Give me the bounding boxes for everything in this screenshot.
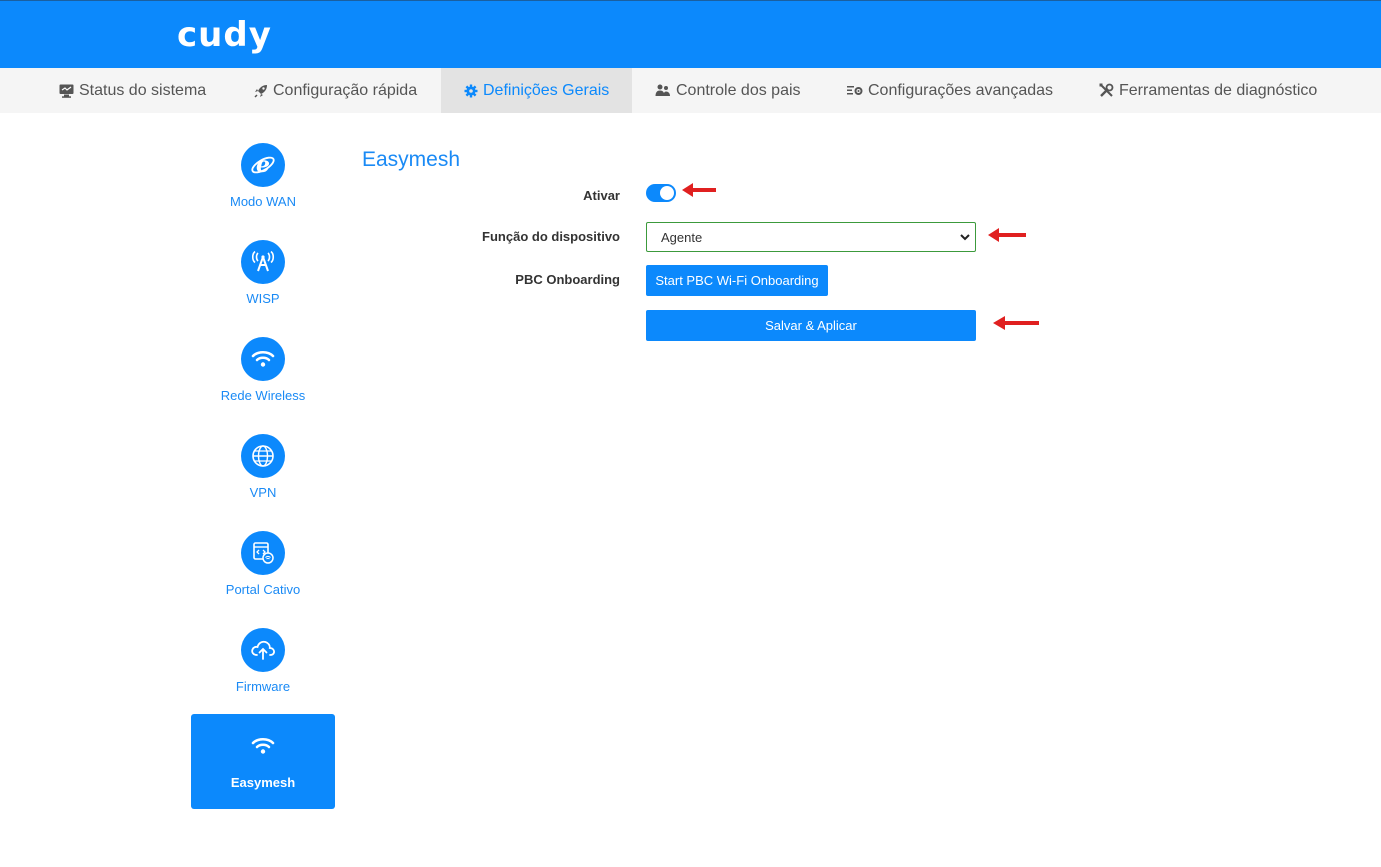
tools-icon (1099, 83, 1114, 97)
sidebar-item-easymesh[interactable]: Easymesh (191, 714, 335, 809)
sidebar-item-vpn[interactable]: VPN (191, 424, 335, 519)
sidebar-item-wisp[interactable]: WISP (191, 230, 335, 325)
sidebar-item-label: WISP (246, 291, 280, 306)
svg-text:e: e (256, 152, 270, 178)
sidebar-icon-circle (241, 240, 285, 284)
sidebar-icon-circle (241, 337, 285, 381)
chevron-down-icon (960, 234, 970, 241)
sidebar-item-label: Portal Cativo (225, 582, 301, 597)
toggle-knob (660, 186, 674, 200)
wifi-icon (251, 350, 275, 367)
page-title: Easymesh (362, 148, 461, 171)
device-role-value: Agente (661, 229, 703, 245)
device-role-label: Função do dispositivo (482, 229, 620, 244)
nav-item-label: Ferramentas de diagnóstico (1119, 81, 1318, 99)
monitor-icon (59, 84, 74, 98)
gear-icon (464, 84, 478, 97)
sidebar-item-label: Easymesh (230, 775, 296, 790)
cloud-upload-icon (251, 640, 275, 660)
antenna-icon (251, 251, 275, 272)
nav-item-advanced-settings[interactable]: Configurações avançadas (847, 68, 1053, 113)
globe-icon (252, 445, 274, 467)
header-bar: cudy (0, 0, 1381, 68)
nav-item-label: Configuração rápida (273, 81, 418, 99)
sidebar-icon-circle (241, 628, 285, 672)
advanced-settings-icon (847, 86, 863, 95)
portal-icon (253, 542, 274, 564)
sidebar-item-label: VPN (249, 485, 277, 500)
pbc-onboarding-label: PBC Onboarding (515, 272, 620, 287)
rocket-icon (254, 84, 267, 98)
sidebar-icon-circle (241, 724, 285, 768)
sidebar-item-captive-portal[interactable]: Portal Cativo (191, 521, 335, 616)
top-nav: Status do sistema Configuração rápida De… (0, 68, 1381, 113)
save-apply-button[interactable]: Salvar & Aplicar (646, 310, 976, 341)
nav-item-label: Configurações avançadas (868, 81, 1054, 99)
sidebar-item-label: Modo WAN (230, 194, 296, 209)
wifi-icon (251, 737, 275, 754)
cudy-logo[interactable]: cudy (177, 15, 272, 55)
nav-item-label: Status do sistema (79, 81, 207, 99)
nav-item-general-settings[interactable]: Definições Gerais (441, 68, 632, 113)
sidebar-item-firmware[interactable]: Firmware (191, 618, 335, 713)
users-icon (655, 84, 670, 96)
nav-item-parental-control[interactable]: Controle dos pais (655, 68, 801, 113)
start-pbc-onboarding-button[interactable]: Start PBC Wi-Fi Onboarding (646, 265, 828, 296)
sidebar-item-label: Rede Wireless (220, 388, 306, 403)
sidebar-icon-circle (241, 434, 285, 478)
red-arrow-icon (993, 316, 1039, 330)
red-arrow-icon (682, 183, 716, 197)
nav-item-diagnostic-tools[interactable]: Ferramentas de diagnóstico (1099, 68, 1317, 113)
nav-item-label: Definições Gerais (483, 81, 610, 99)
nav-item-quick-setup[interactable]: Configuração rápida (254, 68, 417, 113)
sidebar-icon-circle: e (241, 143, 285, 187)
enable-toggle[interactable] (646, 184, 676, 202)
sidebar-item-wireless-network[interactable]: Rede Wireless (191, 327, 335, 422)
sidebar-item-label: Firmware (235, 679, 291, 694)
sidebar-icon-circle (241, 531, 285, 575)
sidebar-item-wan-mode[interactable]: e Modo WAN (191, 133, 335, 228)
red-arrow-icon (988, 228, 1026, 242)
internet-explorer-icon: e (251, 152, 275, 178)
nav-item-status[interactable]: Status do sistema (59, 68, 206, 113)
device-role-select[interactable]: Agente (646, 222, 976, 252)
nav-item-label: Controle dos pais (676, 81, 801, 99)
enable-label: Ativar (583, 188, 620, 203)
